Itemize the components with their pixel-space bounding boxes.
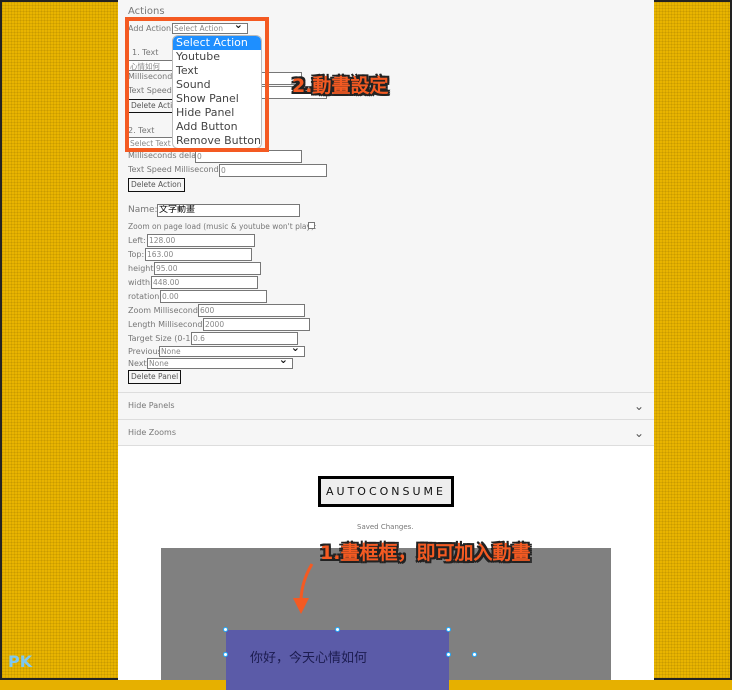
width-input[interactable]: 448.00 <box>151 276 258 289</box>
brand-logo[interactable]: AUTOCONSUME <box>318 476 454 507</box>
zoom-on-load-checkbox[interactable] <box>308 222 315 229</box>
chevron-down-icon: ⌄ <box>633 426 644 440</box>
resize-handle[interactable] <box>446 627 451 632</box>
action2-delete-button[interactable]: Delete Action <box>128 178 185 192</box>
action2-ms-delay-label: Milliseconds delay: <box>128 151 204 160</box>
annotation-step1: 1.畫框框，即可加入動畫 <box>320 542 531 564</box>
name-input[interactable]: 文字動畫 <box>157 204 300 217</box>
resize-handle[interactable] <box>335 627 340 632</box>
left-input[interactable]: 128.00 <box>147 234 255 247</box>
rotation-label: rotation: <box>128 292 163 301</box>
target-size-input[interactable]: 0.6 <box>191 332 298 345</box>
status-text: Saved Changes. <box>357 523 414 531</box>
action2-text-speed-input[interactable]: 0 <box>219 164 327 177</box>
zoom-on-load-label: Zoom on page load (music & youtube won't… <box>128 222 317 231</box>
height-label: height: <box>128 264 157 273</box>
delete-panel-button[interactable]: Delete Panel <box>128 370 182 384</box>
rotate-handle[interactable] <box>472 652 477 657</box>
watermark-logo: PK <box>8 652 33 671</box>
resize-handle[interactable] <box>223 627 228 632</box>
actions-heading: Actions <box>128 6 165 17</box>
hide-zooms-label: Hide Zooms <box>128 428 177 437</box>
hide-panels-toggle[interactable]: Hide Panels ⌄ <box>118 392 654 419</box>
previous-select[interactable]: None <box>159 346 305 357</box>
highlight-box <box>125 17 269 152</box>
length-ms-input[interactable]: 2000 <box>203 318 310 331</box>
name-label: Name: <box>128 205 158 215</box>
canvas-panel-text: 你好，今天心情如何 <box>250 651 368 666</box>
zoom-ms-input[interactable]: 600 <box>198 304 305 317</box>
width-label: width: <box>128 278 153 287</box>
resize-handle[interactable] <box>223 652 228 657</box>
arrow-icon <box>293 563 314 614</box>
hide-zooms-toggle[interactable]: Hide Zooms ⌄ <box>118 419 654 446</box>
top-input[interactable]: 163.00 <box>145 248 252 261</box>
target-size-label: Target Size (0-1): <box>128 334 197 343</box>
next-select[interactable]: None <box>147 358 293 369</box>
zoom-ms-label: Zoom Milliseconds: <box>128 306 205 315</box>
left-label: Left: <box>128 236 146 245</box>
canvas-panel[interactable]: 你好，今天心情如何 <box>226 630 449 690</box>
action2-text-speed-label: Text Speed Milliseconds: <box>128 165 226 174</box>
hide-panels-label: Hide Panels <box>128 401 175 410</box>
chevron-down-icon: ⌄ <box>633 399 644 413</box>
resize-handle[interactable] <box>446 652 451 657</box>
rotation-input[interactable]: 0.00 <box>160 290 267 303</box>
top-label: Top: <box>128 250 145 259</box>
length-ms-label: Length Milliseconds: <box>128 320 210 329</box>
height-input[interactable]: 95.00 <box>154 262 261 275</box>
annotation-step2: 2.動畫設定 <box>292 75 389 97</box>
